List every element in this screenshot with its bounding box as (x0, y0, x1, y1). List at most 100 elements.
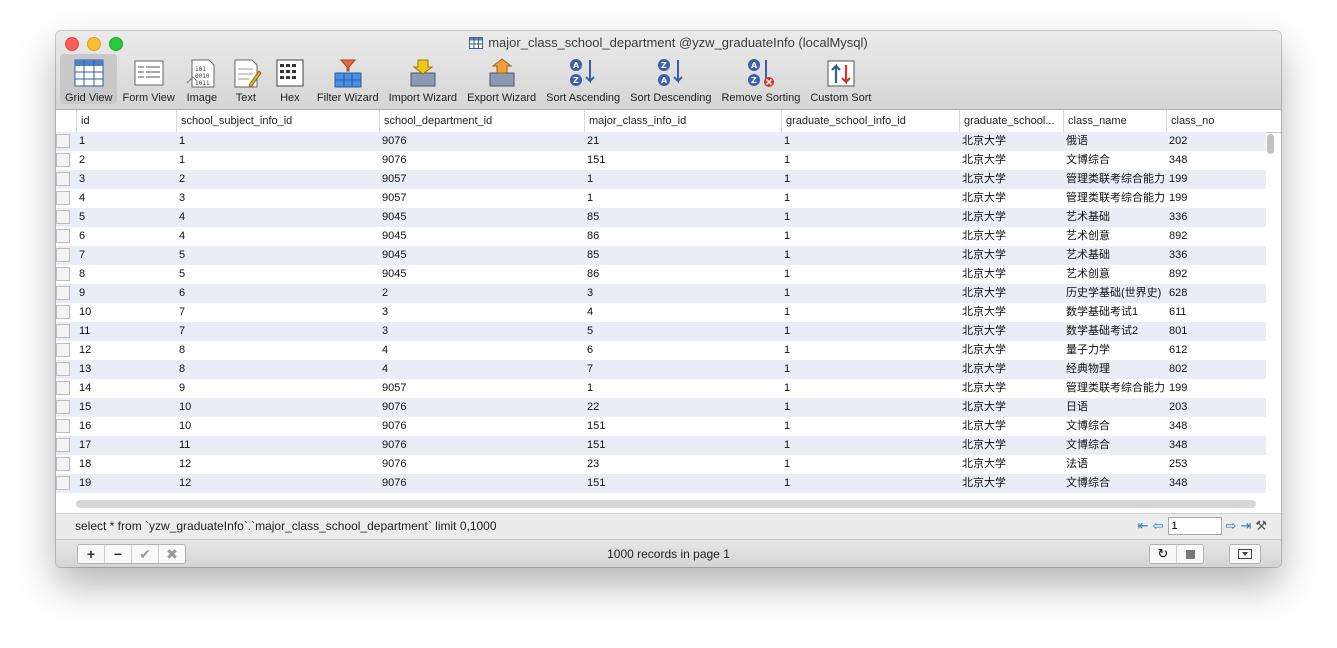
table-cell[interactable]: 北京大学 (962, 303, 1062, 322)
table-cell[interactable]: 北京大学 (962, 170, 1062, 189)
table-row[interactable]: 15 10 9076 22 1 北京大学 日语 203 (56, 398, 1266, 417)
table-cell[interactable]: 管理类联考综合能力 (1066, 189, 1165, 208)
table-cell[interactable]: 1 (784, 360, 958, 379)
table-cell[interactable]: 892 (1169, 265, 1265, 284)
table-row[interactable]: 11 7 3 5 1 北京大学 数学基础考试2 801 (56, 322, 1266, 341)
table-cell[interactable]: 数学基础考试1 (1066, 303, 1165, 322)
table-cell[interactable]: 1 (784, 303, 958, 322)
table-cell[interactable]: 8 (179, 341, 378, 360)
table-cell[interactable]: 2 (79, 151, 175, 170)
table-cell[interactable]: 348 (1169, 436, 1265, 455)
table-cell[interactable]: 199 (1169, 170, 1265, 189)
table-cell[interactable]: 151 (587, 417, 780, 436)
table-cell[interactable]: 12 (79, 341, 175, 360)
row-selector[interactable] (56, 286, 70, 300)
table-cell[interactable]: 17 (79, 436, 175, 455)
table-cell[interactable]: 9045 (382, 265, 583, 284)
table-cell[interactable]: 1 (784, 341, 958, 360)
table-cell[interactable]: 612 (1169, 341, 1265, 360)
table-cell[interactable]: 7 (179, 322, 378, 341)
table-row[interactable]: 2 1 9076 151 1 北京大学 文博综合 348 (56, 151, 1266, 170)
row-selector[interactable] (56, 362, 70, 376)
table-cell[interactable]: 6 (179, 284, 378, 303)
vertical-scrollbar[interactable] (1267, 134, 1275, 154)
table-cell[interactable]: 4 (587, 303, 780, 322)
table-row[interactable]: 13 8 4 7 1 北京大学 经典物理 802 (56, 360, 1266, 379)
table-cell[interactable]: 9 (179, 379, 378, 398)
table-cell[interactable]: 艺术创意 (1066, 227, 1165, 246)
column-header[interactable]: class_no (1166, 110, 1266, 132)
table-cell[interactable]: 量子力学 (1066, 341, 1165, 360)
table-cell[interactable]: 1 (179, 132, 378, 151)
table-cell[interactable]: 1 (179, 151, 378, 170)
table-cell[interactable]: 文博综合 (1066, 151, 1165, 170)
row-selector[interactable] (56, 153, 70, 167)
table-cell[interactable]: 管理类联考综合能力 (1066, 379, 1165, 398)
table-cell[interactable]: 1 (784, 474, 958, 493)
table-cell[interactable]: 1 (784, 455, 958, 474)
table-cell[interactable]: 628 (1169, 284, 1265, 303)
table-cell[interactable]: 经典物理 (1066, 360, 1165, 379)
table-row[interactable]: 19 12 9076 151 1 北京大学 文博综合 348 (56, 474, 1266, 493)
table-cell[interactable]: 9076 (382, 436, 583, 455)
table-cell[interactable]: 1 (784, 227, 958, 246)
first-page-icon[interactable]: ⇤ (1138, 517, 1149, 535)
table-cell[interactable]: 北京大学 (962, 208, 1062, 227)
column-header[interactable]: graduate_school_info_id (781, 110, 959, 132)
table-cell[interactable]: 3 (587, 284, 780, 303)
table-row[interactable]: 14 9 9057 1 1 北京大学 管理类联考综合能力 199 (56, 379, 1266, 398)
toolbar-image-button[interactable]: 101 0010 1011 Image (180, 54, 224, 104)
table-cell[interactable]: 85 (587, 208, 780, 227)
table-cell[interactable]: 9076 (382, 474, 583, 493)
row-selector[interactable] (56, 476, 70, 490)
table-cell[interactable]: 历史学基础(世界史) (1066, 284, 1165, 303)
toolbar-hex-button[interactable]: Hex (268, 54, 312, 104)
table-row[interactable]: 9 6 2 3 1 北京大学 历史学基础(世界史) 628 (56, 284, 1266, 303)
table-row[interactable]: 6 4 9045 86 1 北京大学 艺术创意 892 (56, 227, 1266, 246)
column-header[interactable]: graduate_school... (959, 110, 1063, 132)
table-cell[interactable]: 18 (79, 455, 175, 474)
table-cell[interactable]: 336 (1169, 208, 1265, 227)
table-cell[interactable]: 北京大学 (962, 360, 1062, 379)
table-cell[interactable]: 21 (587, 132, 780, 151)
table-cell[interactable]: 北京大学 (962, 227, 1062, 246)
table-cell[interactable]: 23 (587, 455, 780, 474)
row-selector[interactable] (56, 381, 70, 395)
table-cell[interactable]: 北京大学 (962, 474, 1062, 493)
table-cell[interactable]: 北京大学 (962, 436, 1062, 455)
table-cell[interactable]: 4 (179, 227, 378, 246)
table-cell[interactable]: 北京大学 (962, 151, 1062, 170)
table-cell[interactable]: 10 (179, 417, 378, 436)
table-cell[interactable]: 北京大学 (962, 455, 1062, 474)
table-cell[interactable]: 北京大学 (962, 132, 1062, 151)
table-cell[interactable]: 85 (587, 246, 780, 265)
table-cell[interactable]: 801 (1169, 322, 1265, 341)
table-cell[interactable]: 348 (1169, 417, 1265, 436)
table-cell[interactable]: 5 (587, 322, 780, 341)
toolbar-form-view-button[interactable]: Form View (117, 54, 179, 104)
table-row[interactable]: 10 7 3 4 1 北京大学 数学基础考试1 611 (56, 303, 1266, 322)
table-cell[interactable]: 4 (382, 341, 583, 360)
table-cell[interactable]: 法语 (1066, 455, 1165, 474)
table-cell[interactable]: 俄语 (1066, 132, 1165, 151)
horizontal-scrollbar[interactable] (76, 500, 1256, 508)
row-selector[interactable] (56, 191, 70, 205)
table-cell[interactable]: 日语 (1066, 398, 1165, 417)
table-cell[interactable]: 3 (79, 170, 175, 189)
table-cell[interactable]: 北京大学 (962, 284, 1062, 303)
table-cell[interactable]: 1 (784, 265, 958, 284)
table-cell[interactable]: 9057 (382, 170, 583, 189)
table-row[interactable]: 1 1 9076 21 1 北京大学 俄语 202 (56, 132, 1266, 151)
table-cell[interactable]: 22 (587, 398, 780, 417)
table-cell[interactable]: 9045 (382, 227, 583, 246)
toolbar-sort-descending-button[interactable]: Z A Sort Descending (625, 54, 716, 104)
table-cell[interactable]: 19 (79, 474, 175, 493)
table-cell[interactable]: 9045 (382, 208, 583, 227)
table-row[interactable]: 5 4 9045 85 1 北京大学 艺术基础 336 (56, 208, 1266, 227)
row-selector[interactable] (56, 324, 70, 338)
row-selector[interactable] (56, 305, 70, 319)
table-cell[interactable]: 6 (79, 227, 175, 246)
table-cell[interactable]: 7 (587, 360, 780, 379)
table-cell[interactable]: 文博综合 (1066, 474, 1165, 493)
table-cell[interactable]: 9076 (382, 417, 583, 436)
